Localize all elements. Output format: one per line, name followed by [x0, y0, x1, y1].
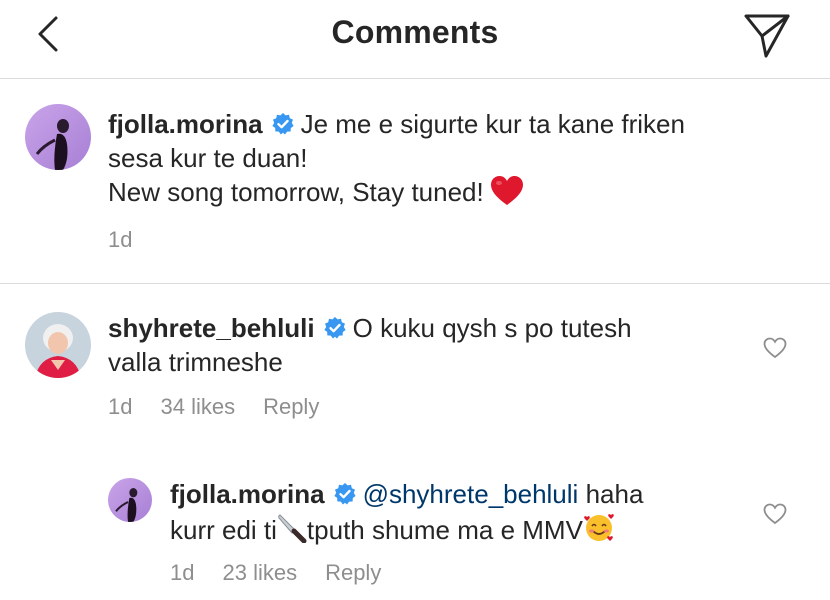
likes-count-link[interactable]: 23 likes [222, 560, 297, 585]
comment-username[interactable]: fjolla.morina [170, 479, 325, 509]
mention-link[interactable]: @shyhrete_behluli [363, 479, 579, 509]
comment-text: shyhrete_behluli O kuku qysh s po tutesh … [108, 311, 728, 379]
verified-badge-icon [324, 317, 346, 339]
caption-line-2: sesa kur te duan! [108, 143, 308, 173]
comment-text: fjolla.morina @shyhrete_behluli haha kurr… [170, 477, 750, 547]
heart-outline-icon[interactable] [763, 503, 787, 525]
comment-timestamp: 1d [170, 560, 195, 585]
caption-line-1: Je me e sigurte kur ta kane friken [300, 109, 685, 139]
comment-line-2b: tputh shume ma e MMV [306, 515, 583, 545]
page-title: Comments [331, 14, 499, 50]
post-caption: fjolla.morina Je me e sigurte kur ta kane… [0, 79, 830, 284]
likes-count-link[interactable]: 34 likes [160, 394, 235, 419]
comment-meta: 1d 34 likes Reply [108, 394, 347, 420]
caption-timestamp: 1d [108, 227, 133, 252]
comment-line-2: valla trimneshe [108, 347, 283, 377]
caption-meta: 1d [108, 227, 160, 253]
red-heart-emoji [490, 176, 523, 205]
avatar[interactable] [25, 104, 91, 170]
caption-text: fjolla.morina Je me e sigurte kur ta kane… [108, 107, 788, 209]
avatar[interactable] [108, 478, 152, 522]
comment-username[interactable]: shyhrete_behluli [108, 313, 315, 343]
heart-outline-icon[interactable] [763, 337, 787, 359]
caption-line-3: New song tomorrow, Stay tuned! [108, 177, 484, 207]
reply-button[interactable]: Reply [325, 560, 381, 585]
knife-emoji [278, 514, 307, 543]
reply-button[interactable]: Reply [263, 394, 319, 419]
comment-line-1: haha [585, 479, 644, 509]
caption-username[interactable]: fjolla.morina [108, 109, 263, 139]
verified-badge-icon [333, 483, 356, 505]
comment-line-1: O kuku qysh s po tutesh [352, 313, 632, 343]
paper-plane-icon [744, 14, 790, 58]
comment-timestamp: 1d [108, 394, 133, 419]
verified-badge-icon [271, 113, 294, 135]
comment-meta: 1d 23 likes Reply [170, 560, 409, 586]
header-bar: Comments [0, 0, 830, 79]
comment-line-2a: kurr edi ti [170, 515, 277, 545]
avatar[interactable] [25, 312, 91, 378]
share-button[interactable] [740, 8, 794, 62]
smiling-face-with-hearts-emoji [584, 514, 614, 541]
